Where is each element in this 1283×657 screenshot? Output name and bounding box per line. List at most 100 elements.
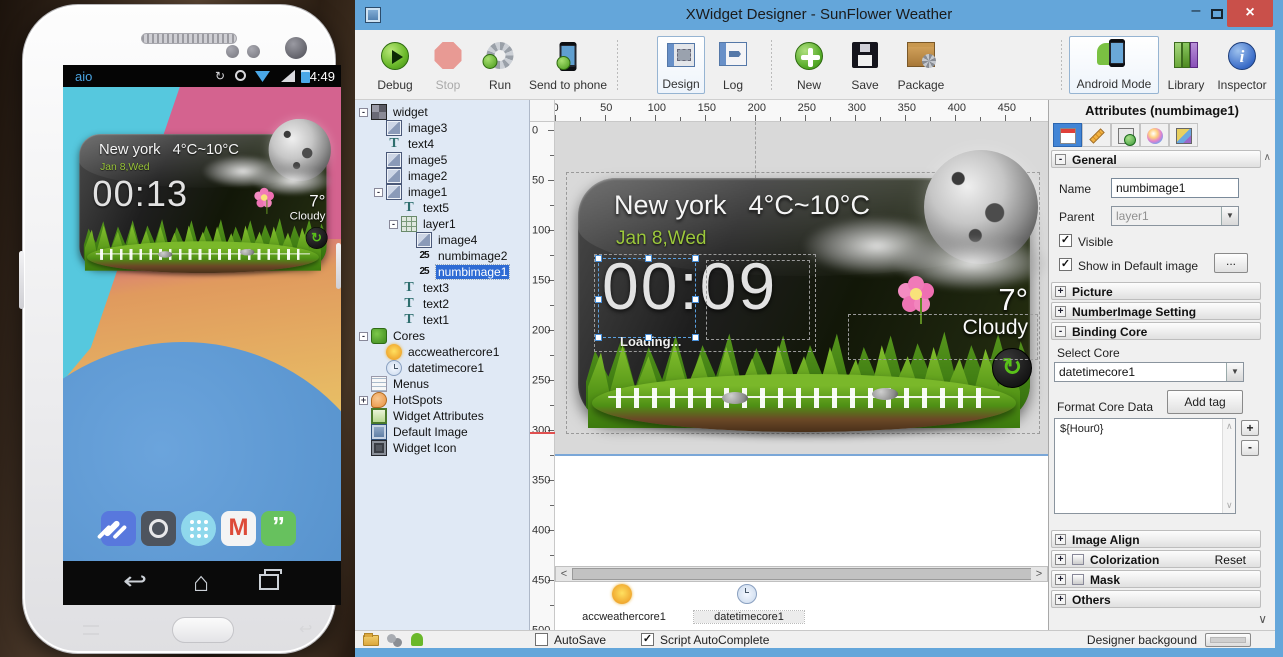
tree-item-image4[interactable]: image4	[355, 232, 529, 248]
tree-item-hotspots[interactable]: +HotSpots	[355, 392, 529, 408]
hangouts-app-icon[interactable]: ”	[261, 511, 296, 546]
script-autocomplete-checkbox[interactable]: ✓	[641, 633, 654, 646]
design-tab-button[interactable]: Design	[657, 36, 705, 94]
tree-item-text2[interactable]: Ttext2	[355, 296, 529, 312]
back-nav-icon[interactable]: ↩	[123, 568, 147, 596]
log-tab-button[interactable]: Log	[711, 36, 755, 94]
new-button[interactable]: New	[787, 36, 831, 94]
android-icon[interactable]	[411, 633, 423, 646]
expand-toggle[interactable]: +	[359, 396, 368, 405]
general-section-header[interactable]: - General	[1051, 150, 1261, 168]
dropdown-arrow-icon[interactable]: ▼	[1221, 207, 1238, 225]
selection-box-numbimage1[interactable]	[598, 258, 696, 338]
core-item-datetimecore1[interactable]: datetimecore1	[694, 584, 804, 623]
weather-widget-phone[interactable]: New york4°C~10°C Jan 8,Wed 00:13 7° Clou…	[76, 133, 331, 280]
recents-nav-icon[interactable]	[259, 574, 279, 590]
phone-app-icon[interactable]	[101, 511, 136, 546]
menu-capacitive-icon[interactable]	[83, 625, 99, 635]
designer-background-swatch[interactable]	[1205, 633, 1251, 647]
library-button[interactable]: Library	[1163, 36, 1209, 94]
expand-icon[interactable]: +	[1055, 574, 1066, 585]
expand-icon[interactable]: +	[1055, 286, 1066, 297]
collapse-icon[interactable]: -	[1055, 326, 1066, 337]
horizontal-scrollbar[interactable]: < >	[555, 566, 1048, 582]
scroll-right-arrow[interactable]: >	[1031, 567, 1047, 581]
collapse-icon[interactable]: -	[1055, 154, 1066, 165]
numberimage-section-header[interactable]: + NumberImage Setting	[1051, 302, 1261, 320]
android-mode-button[interactable]: Android Mode	[1069, 36, 1159, 94]
scroll-left-arrow[interactable]: <	[556, 567, 572, 581]
tree-item-image2[interactable]: image2	[355, 168, 529, 184]
colorization-section-header[interactable]: + Colorization Reset	[1051, 550, 1261, 568]
autosave-checkbox[interactable]	[535, 633, 548, 646]
design-canvas[interactable]: New york4°C~10°C Jan 8,Wed 00:09 Loading…	[530, 100, 1048, 630]
refresh-button[interactable]: ↻	[306, 227, 328, 249]
tree-item-default-image[interactable]: Default Image	[355, 424, 529, 440]
tab-effects[interactable]	[1169, 123, 1198, 147]
expand-toggle[interactable]: -	[359, 332, 368, 341]
panel-scroll-up-icon[interactable]: ∧	[1264, 152, 1271, 163]
app-drawer-icon[interactable]	[181, 511, 216, 546]
expand-icon[interactable]: +	[1055, 594, 1066, 605]
tree-item-menus[interactable]: Menus	[355, 376, 529, 392]
tree-item-cores[interactable]: -Cores	[355, 328, 529, 344]
parent-dropdown[interactable]: layer1 ▼	[1111, 206, 1239, 226]
remove-line-button[interactable]: -	[1241, 440, 1259, 456]
scrollbar-thumb[interactable]	[572, 568, 1034, 580]
image-align-section-header[interactable]: + Image Align	[1051, 530, 1261, 548]
gmail-app-icon[interactable]: M	[221, 511, 256, 546]
expand-toggle[interactable]: -	[389, 220, 398, 229]
tree-item-image5[interactable]: image5	[355, 152, 529, 168]
weather-widget-canvas[interactable]: New york4°C~10°C Jan 8,Wed 00:09 Loading…	[572, 176, 1038, 444]
expand-icon[interactable]: +	[1055, 306, 1066, 317]
more-button[interactable]: ...	[1214, 253, 1248, 273]
gears-icon[interactable]	[387, 634, 396, 643]
mask-section-header[interactable]: + Mask	[1051, 570, 1261, 588]
tree-item-text4[interactable]: Ttext4	[355, 136, 529, 152]
expand-toggle[interactable]: -	[359, 108, 368, 117]
textarea-scrollbar[interactable]: ∧ ∨	[1222, 419, 1235, 513]
binding-core-section-header[interactable]: - Binding Core	[1051, 322, 1261, 340]
maximize-button[interactable]	[1211, 9, 1223, 19]
tree-item-numbimage2[interactable]: 25numbimage2	[355, 248, 529, 264]
expand-icon[interactable]: +	[1055, 554, 1066, 565]
save-button[interactable]: Save	[843, 36, 887, 94]
home-nav-icon[interactable]: ⌂	[193, 568, 209, 596]
stop-button[interactable]: Stop	[425, 36, 471, 94]
expand-toggle[interactable]: -	[374, 188, 383, 197]
visible-checkbox[interactable]: ✓	[1059, 234, 1072, 247]
tab-shape[interactable]	[1111, 123, 1140, 147]
tree-item-image3[interactable]: image3	[355, 120, 529, 136]
expand-icon[interactable]: +	[1055, 534, 1066, 545]
others-section-header[interactable]: + Others	[1051, 590, 1261, 608]
package-button[interactable]: Package	[893, 36, 949, 94]
tree-item-widget[interactable]: -widget	[355, 104, 529, 120]
add-tag-button[interactable]: Add tag	[1167, 390, 1243, 414]
tab-size[interactable]	[1082, 123, 1111, 147]
back-capacitive-icon[interactable]: ↩	[299, 619, 312, 639]
add-line-button[interactable]: +	[1241, 420, 1259, 436]
camera-app-icon[interactable]	[141, 511, 176, 546]
tree-item-image1[interactable]: -image1	[355, 184, 529, 200]
format-core-data-textarea[interactable]: ${Hour0} ∧ ∨	[1054, 418, 1236, 514]
tree-item-layer1[interactable]: -layer1	[355, 216, 529, 232]
debug-button[interactable]: Debug	[369, 36, 421, 94]
minimize-button[interactable]: –	[1183, 2, 1209, 26]
select-core-dropdown[interactable]: datetimecore1 ▼	[1054, 362, 1244, 382]
tab-form[interactable]	[1053, 123, 1082, 147]
tree-item-datetimecore1[interactable]: datetimecore1	[355, 360, 529, 376]
home-button[interactable]	[172, 617, 234, 643]
inspector-button[interactable]: i Inspector	[1213, 36, 1271, 94]
tree-item-accweathercore1[interactable]: accweathercore1	[355, 344, 529, 360]
tab-color[interactable]	[1140, 123, 1169, 147]
core-item-accweathercore1[interactable]: accweathercore1	[569, 584, 679, 623]
send-to-phone-button[interactable]: Send to phone	[525, 36, 611, 94]
name-input[interactable]: numbimage1	[1111, 178, 1239, 198]
folder-icon[interactable]	[363, 635, 379, 646]
panel-scroll-down-icon[interactable]: ∨	[1258, 612, 1267, 626]
tree-item-numbimage1[interactable]: 25numbimage1	[355, 264, 529, 280]
tree-item-widget-attributes[interactable]: Widget Attributes	[355, 408, 529, 424]
dropdown-arrow-icon[interactable]: ▼	[1226, 363, 1243, 381]
tree-item-text5[interactable]: Ttext5	[355, 200, 529, 216]
tree-item-text3[interactable]: Ttext3	[355, 280, 529, 296]
